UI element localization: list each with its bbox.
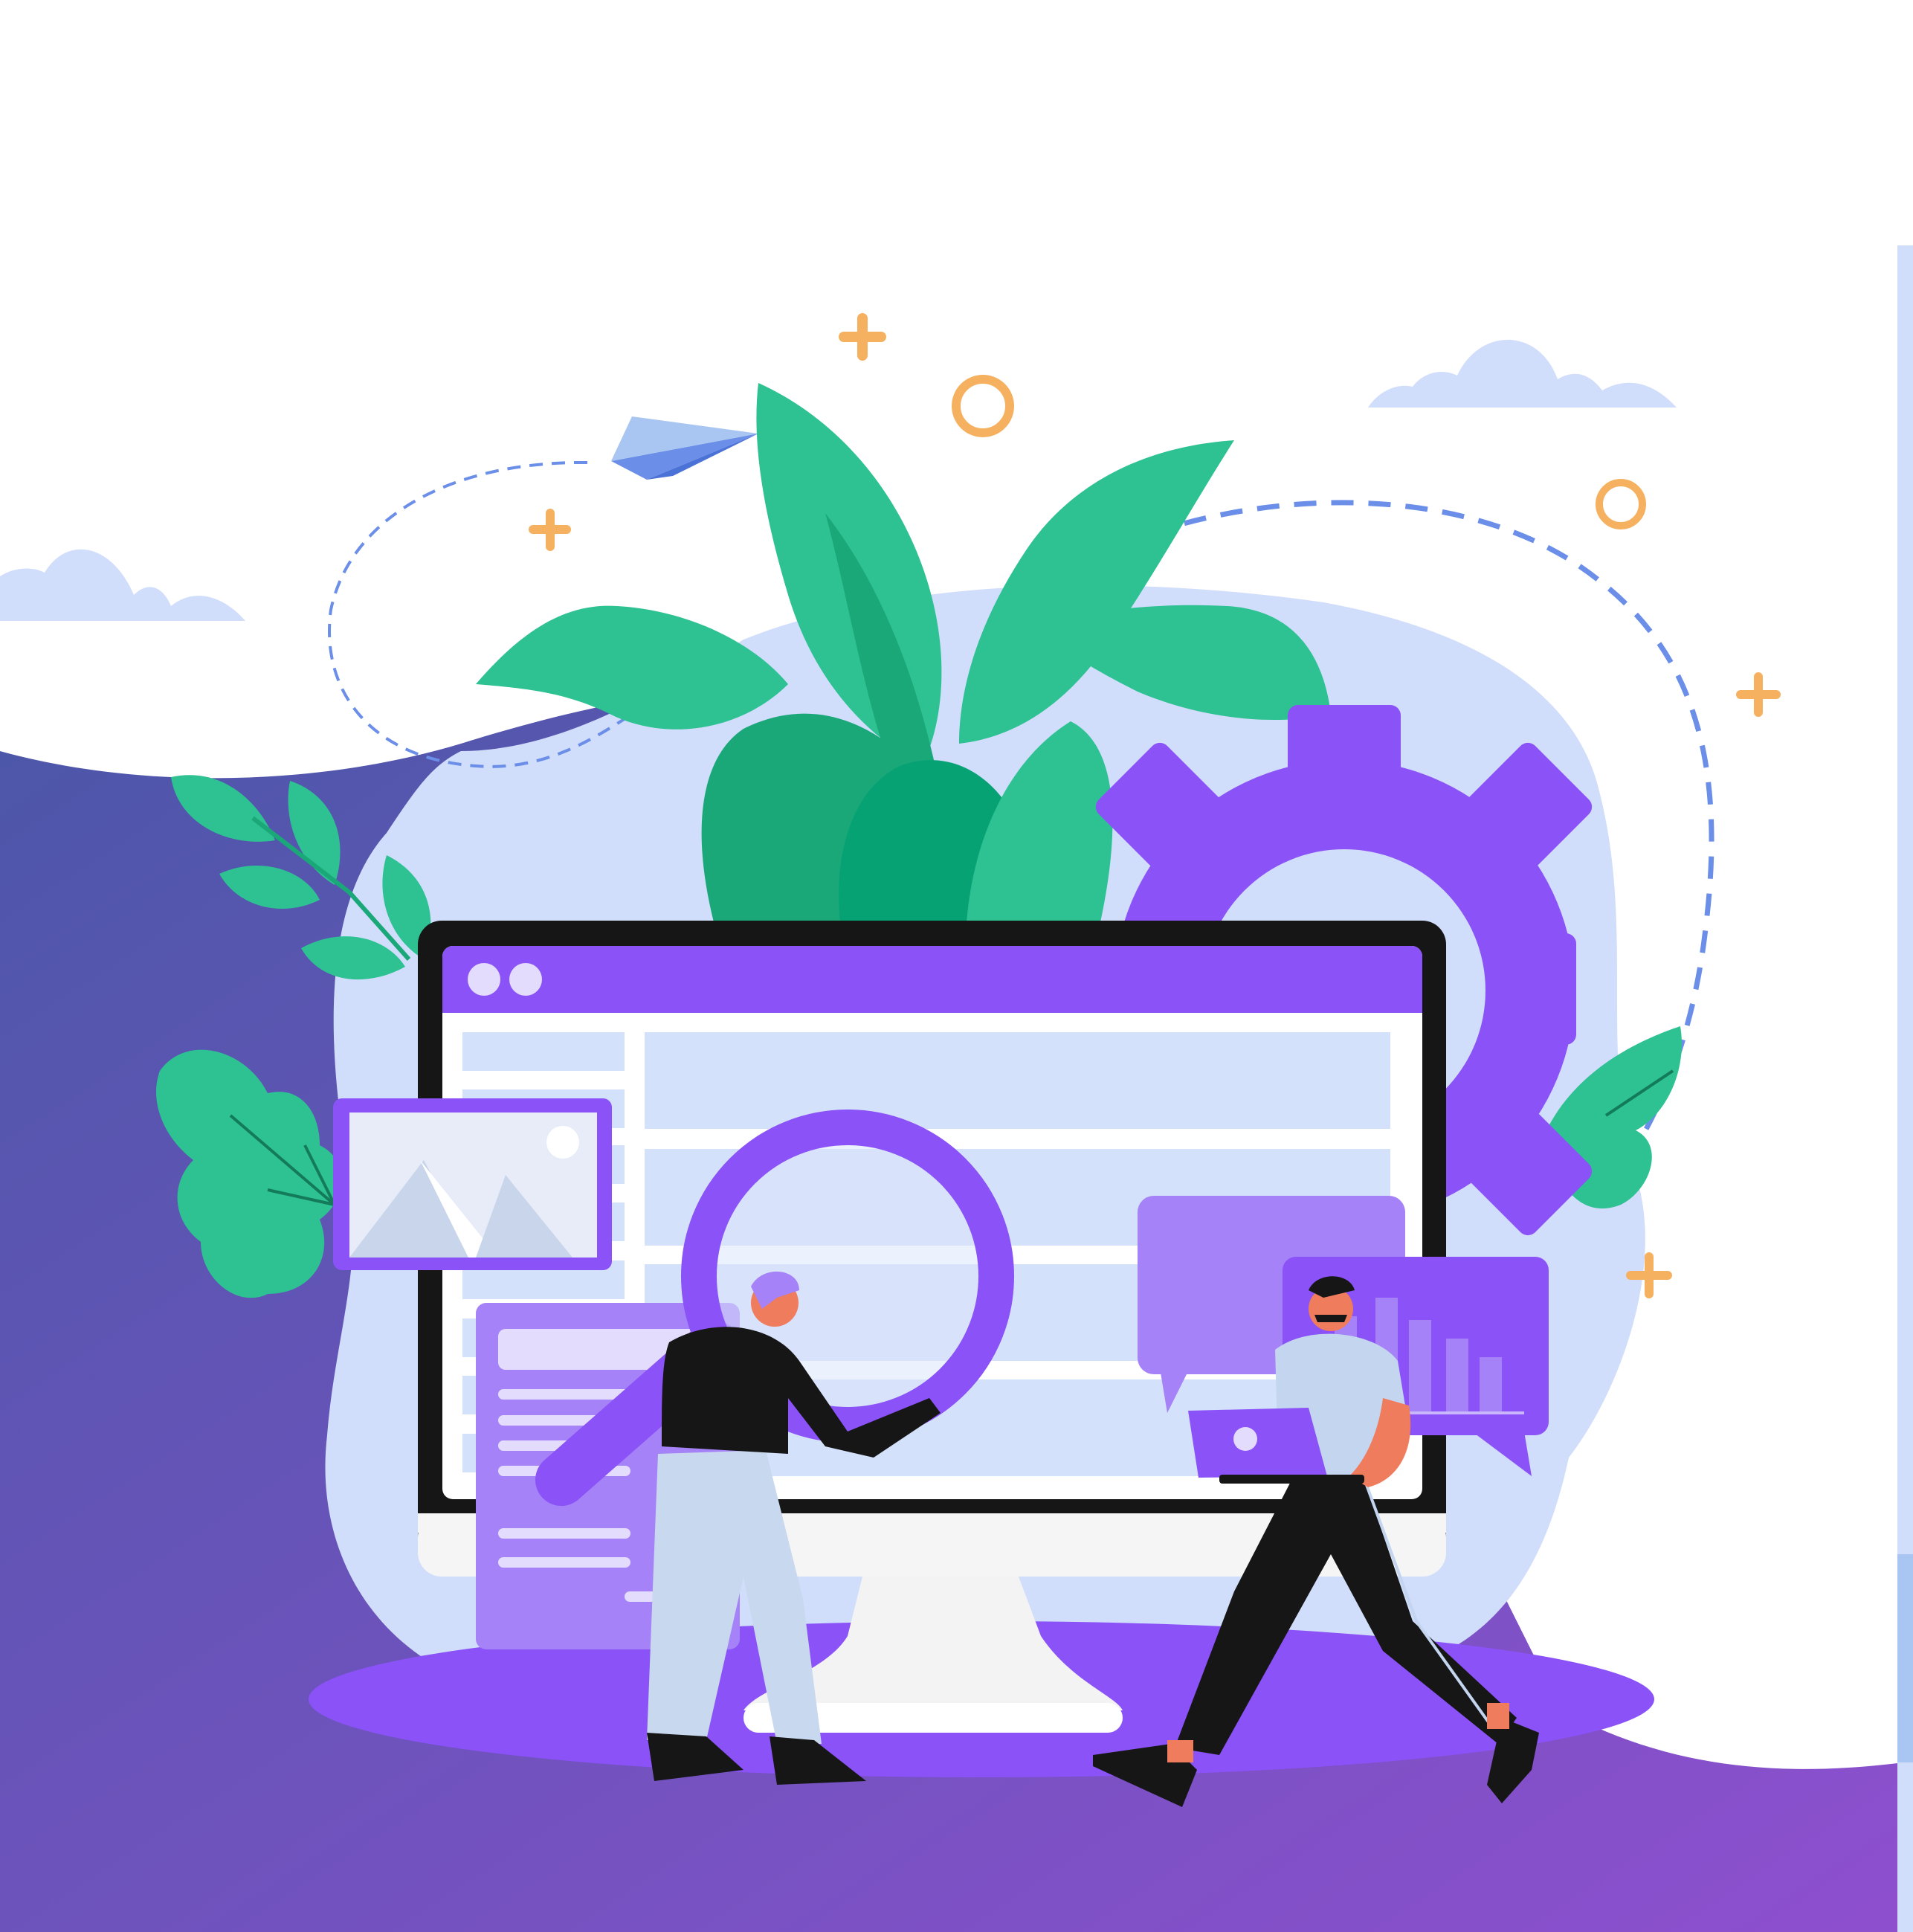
sidebar-row: [462, 1032, 625, 1071]
image-icon: [333, 1098, 612, 1270]
cloud-icon: [0, 549, 245, 621]
window-dot: [468, 963, 500, 996]
sparkle-icon: [529, 509, 571, 551]
ring-icon: [1596, 479, 1646, 529]
cloud-icon: [1368, 339, 1677, 408]
window-dot: [509, 963, 542, 996]
sparkle-icon: [839, 313, 886, 361]
edge-strip-lower: [1897, 1554, 1913, 1762]
ring-icon: [952, 375, 1014, 437]
content-block: [645, 1032, 1390, 1129]
seo-illustration: [0, 245, 1913, 1932]
paper-plane-icon: [611, 416, 758, 480]
sparkle-icon: [1736, 672, 1781, 717]
